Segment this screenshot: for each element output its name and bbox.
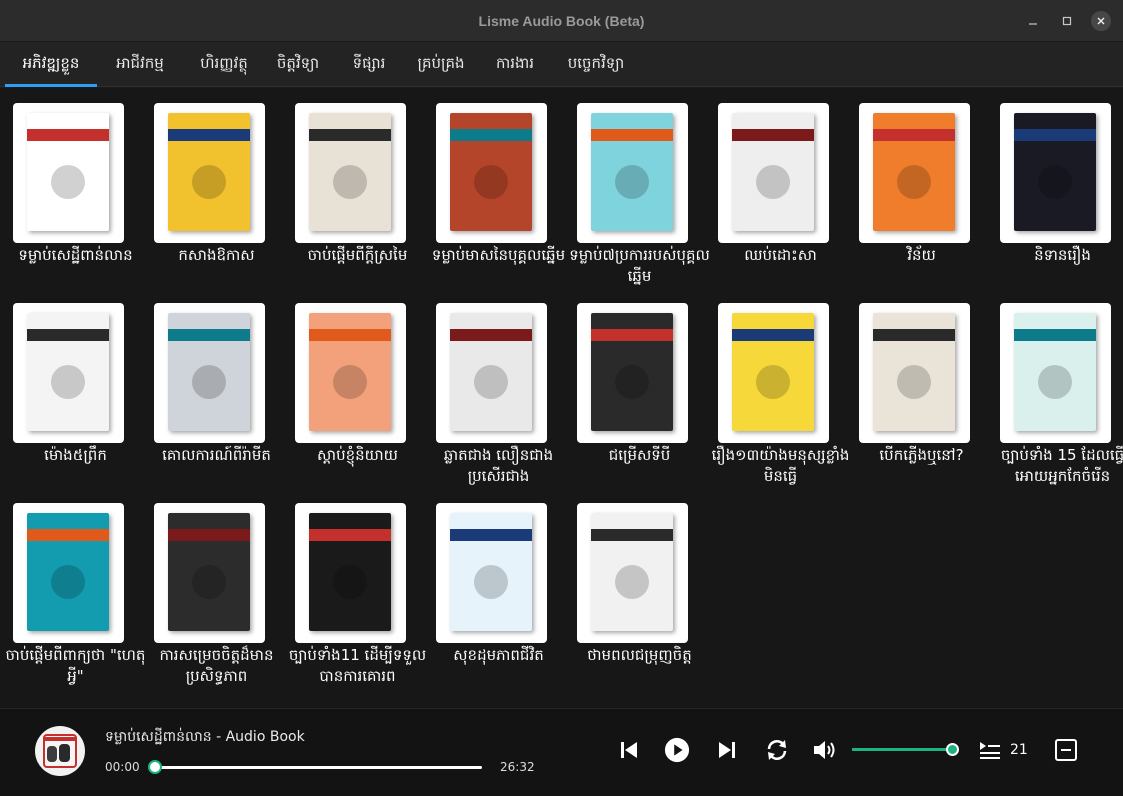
book-cover-art [168, 513, 250, 631]
volume-slider[interactable] [852, 743, 959, 756]
volume-icon[interactable] [812, 737, 838, 763]
book-cover-art [450, 113, 532, 231]
book-cover[interactable] [154, 503, 265, 643]
category-tabs: អភិវឌ្ឍខ្លួន អាជីវកម្ម ហិរញ្ញវត្ថុ ចិត្ត… [0, 42, 1123, 87]
total-time: 26:32 [500, 760, 535, 774]
seek-handle[interactable] [148, 760, 162, 774]
title-bar: Lisme Audio Book (Beta) [0, 0, 1123, 42]
book-cover[interactable] [295, 503, 406, 643]
book-cover-art [591, 513, 673, 631]
book-cover[interactable] [436, 103, 547, 243]
book-cover-art [450, 313, 532, 431]
book-cover[interactable] [13, 103, 124, 243]
window-title: Lisme Audio Book (Beta) [478, 13, 645, 29]
tab-technology[interactable]: បច្ចេកវិទ្យា [552, 42, 640, 87]
book-title: កសាងឱកាស [178, 246, 255, 264]
book-cover[interactable] [859, 303, 970, 443]
book-title: រឿង១៣យ៉ាងមនុស្សខ្លាំងមិនធ្វើ [711, 446, 850, 485]
playlist-icon[interactable] [977, 737, 1003, 763]
book-cover[interactable] [1000, 103, 1111, 243]
book-cover-art [309, 113, 391, 231]
book-cover-art [309, 513, 391, 631]
seek-bar[interactable] [148, 760, 482, 774]
book-cover[interactable] [718, 303, 829, 443]
tab-work[interactable]: ការងារ [482, 42, 548, 87]
book-cover-art [873, 113, 955, 231]
book-cover[interactable] [1000, 303, 1111, 443]
book-cover-art [168, 113, 250, 231]
book-title: ទម្លាប់មាសនៃបុគ្គលឆ្នើម [431, 246, 566, 264]
repeat-icon[interactable] [764, 737, 790, 763]
book-cover-art [1014, 313, 1096, 431]
book-title: ចាប់ផ្តើមពីពាក្យថា "ហេតុអ្វី" [5, 646, 146, 685]
book-cover-art [27, 513, 109, 631]
book-title: ទម្លាប់៧ប្រការរបស់បុគ្គលឆ្នើម [569, 246, 710, 285]
book-cover[interactable] [13, 503, 124, 643]
book-title: គោលការណ៍ពីរ៉ាមីត [162, 446, 271, 464]
book-cover[interactable] [436, 303, 547, 443]
next-icon[interactable] [714, 737, 740, 763]
book-cover[interactable] [154, 103, 265, 243]
book-title: ច្បាប់ទាំង11 ដើម្បីទទួលបានការគោរព [288, 646, 427, 685]
tab-business[interactable]: អាជីវកម្ម [100, 42, 180, 87]
book-cover-art [168, 313, 250, 431]
book-cover[interactable] [577, 303, 688, 443]
tab-marketing[interactable]: ទីផ្សារ [338, 42, 400, 87]
book-cover[interactable] [859, 103, 970, 243]
audio-player: ទម្លាប់សេដ្ឋីពាន់លាន - Audio Book 00:00 … [0, 708, 1123, 796]
minimize-icon[interactable] [1023, 11, 1043, 31]
book-title: ចាប់ផ្តើមពីក្តីស្រមៃ [307, 246, 408, 264]
book-cover[interactable] [718, 103, 829, 243]
book-cover[interactable] [577, 103, 688, 243]
book-cover-art [732, 313, 814, 431]
book-cover-art [27, 313, 109, 431]
playlist-count: 21 [1010, 742, 1028, 758]
book-cover[interactable] [577, 503, 688, 643]
book-title: និទានរឿង [1034, 246, 1091, 264]
book-cover-art [27, 113, 109, 231]
book-title: សុខដុមភាពជីវិត [453, 646, 544, 664]
book-cover-art [1014, 113, 1096, 231]
play-icon[interactable] [664, 737, 690, 763]
book-cover-art [591, 113, 673, 231]
book-title: ម៉ោង៥ព្រឹក [44, 446, 107, 464]
book-title: បើកភ្លើងឬនៅ? [879, 446, 964, 464]
current-time: 00:00 [105, 760, 140, 774]
book-cover-art [309, 313, 391, 431]
book-title: ទម្លាប់សេដ្ឋីពាន់លាន [18, 246, 133, 264]
tab-psychology[interactable]: ចិត្តវិទ្យា [262, 42, 334, 87]
book-grid: ទម្លាប់សេដ្ឋីពាន់លាន កសាងឱកាស ចាប់ផ្តើមពីក… [0, 88, 1123, 708]
now-playing-title: ទម្លាប់សេដ្ឋីពាន់លាន - Audio Book [105, 729, 305, 745]
book-cover[interactable] [13, 303, 124, 443]
book-title: ជម្រើសទីបី [608, 446, 671, 464]
volume-handle[interactable] [946, 743, 959, 756]
book-title: ការសម្រេចចិត្តដ៏មានប្រសិទ្ធភាព [159, 646, 274, 685]
book-cover[interactable] [436, 503, 547, 643]
book-cover-art [591, 313, 673, 431]
previous-icon[interactable] [616, 737, 642, 763]
tab-self-development[interactable]: អភិវឌ្ឍខ្លួន [5, 42, 97, 87]
book-title: ស្តាប់ខ្ញុំនិយាយ [317, 446, 398, 464]
book-title: ថាមពលជម្រុញចិត្ត [587, 646, 692, 664]
book-title: ច្បាប់ទាំង 15 ដែលធ្វើអោយអ្នកកែចំរើន [1000, 446, 1123, 485]
book-title: ឆ្លាតជាង លឿនជាង ប្រសើរជាង [443, 446, 554, 485]
maximize-icon[interactable] [1057, 11, 1077, 31]
tab-management[interactable]: គ្រប់គ្រង [402, 42, 480, 87]
book-cover-art [450, 513, 532, 631]
book-cover[interactable] [295, 303, 406, 443]
book-title: ឈប់ដោះសា [744, 246, 817, 264]
book-title: វិន័យ [907, 246, 936, 264]
close-icon[interactable] [1091, 11, 1111, 31]
book-cover[interactable] [295, 103, 406, 243]
tab-finance[interactable]: ហិរញ្ញវត្ថុ [182, 42, 266, 87]
book-cover-art [732, 113, 814, 231]
book-cover[interactable] [154, 303, 265, 443]
volume-fill [852, 748, 952, 751]
book-cover-art [873, 313, 955, 431]
now-playing-cover [35, 726, 85, 776]
collapse-icon[interactable] [1053, 737, 1079, 763]
